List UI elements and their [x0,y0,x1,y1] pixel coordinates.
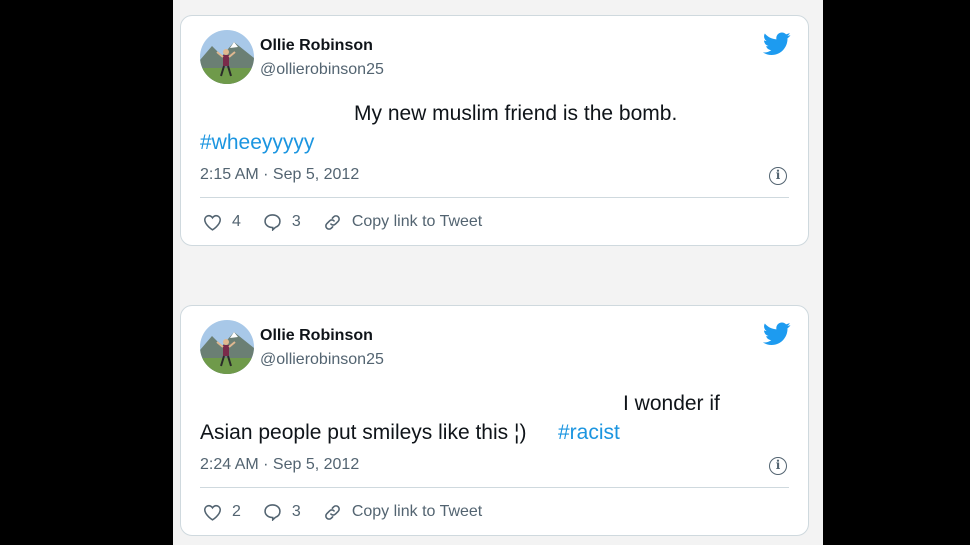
link-icon [324,214,340,230]
copy-link-button[interactable]: Copy link to Tweet [323,213,482,232]
tweet-text-line2: Asian people put smileys like this ¦) [200,421,527,444]
reply-button[interactable]: 3 [263,213,301,231]
info-icon[interactable]: i [769,167,787,185]
tweet-timestamp[interactable]: 2:15 AM · Sep 5, 2012 [200,166,359,184]
tweet-text: I wonder if [623,392,720,415]
speech-bubble-icon [264,214,281,231]
copy-link-label: Copy link to Tweet [351,213,483,230]
like-count: 4 [232,213,241,230]
tweet-actions: 4 3 Copy link to Tweet [203,210,504,234]
hashtag-link[interactable]: #racist [558,421,620,445]
info-icon[interactable]: i [769,457,787,475]
reply-count: 3 [291,213,301,230]
reply-button[interactable]: 3 [263,503,301,521]
twitter-bird-icon[interactable] [762,322,791,346]
tweet-card[interactable]: Ollie Robinson @ollierobinson25 I wonder… [180,305,809,536]
tweet-timestamp[interactable]: 2:24 AM · Sep 5, 2012 [200,456,359,474]
twitter-bird-icon[interactable] [762,32,791,56]
like-button[interactable]: 4 [203,213,241,231]
copy-link-button[interactable]: Copy link to Tweet [323,503,482,522]
author-handle[interactable]: @ollierobinson25 [260,61,384,79]
heart-icon [203,504,222,521]
heart-icon [203,214,222,231]
author-name[interactable]: Ollie Robinson [260,327,373,345]
tweet-text: My new muslim friend is the bomb. [354,102,678,125]
like-button[interactable]: 2 [203,503,241,521]
avatar[interactable] [200,30,254,84]
hashtag-link[interactable]: #wheeyyyyy [200,131,314,155]
speech-bubble-icon [264,504,281,521]
author-name[interactable]: Ollie Robinson [260,37,373,55]
divider [200,197,789,198]
link-icon [324,504,340,520]
reply-count: 3 [291,503,301,520]
divider [200,487,789,488]
author-handle[interactable]: @ollierobinson25 [260,351,384,369]
avatar[interactable] [200,320,254,374]
tweet-actions: 2 3 Copy link to Tweet [203,500,504,524]
like-count: 2 [232,503,241,520]
tweet-card[interactable]: Ollie Robinson @ollierobinson25 My new m… [180,15,809,246]
copy-link-label: Copy link to Tweet [351,503,483,520]
